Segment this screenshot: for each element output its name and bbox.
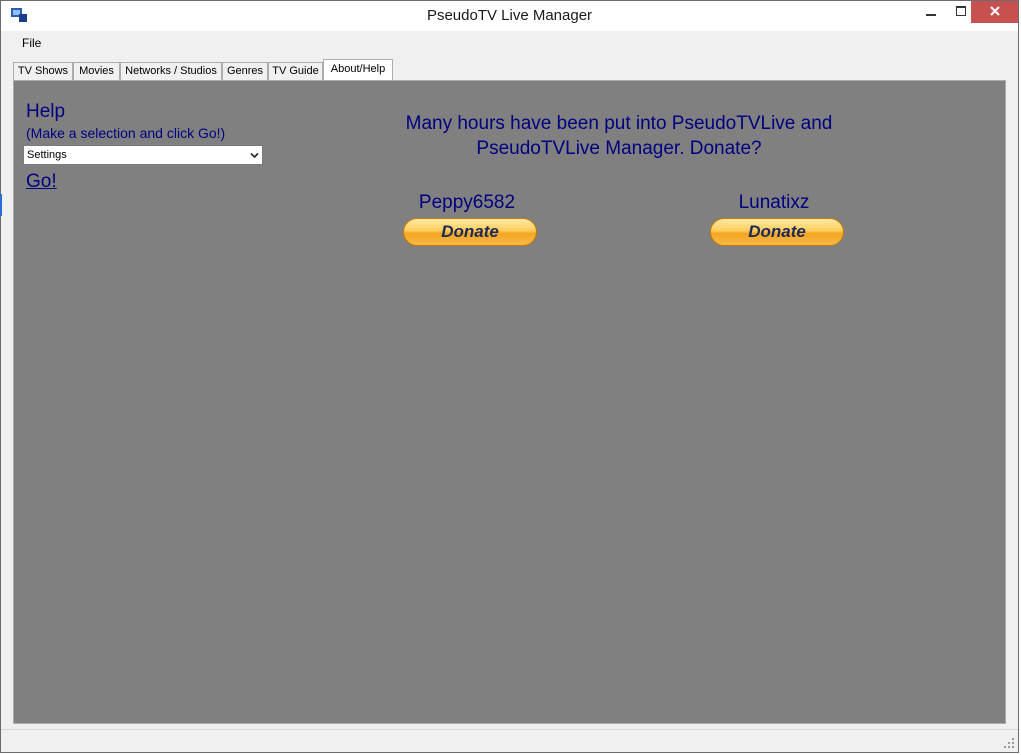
app-window: PseudoTV Live Manager File TV Shows Movi… (0, 0, 1019, 753)
donate-headline: Many hours have been put into PseudoTVLi… (394, 111, 844, 161)
help-topic-select[interactable]: Settings (23, 145, 263, 165)
donate-button-lunatixz[interactable]: Donate (710, 218, 844, 246)
title-bar[interactable]: PseudoTV Live Manager (1, 1, 1018, 31)
minimize-icon (926, 14, 936, 16)
maximize-icon (956, 6, 966, 16)
tab-genres[interactable]: Genres (222, 62, 268, 80)
donate-headline-line-2: PseudoTVLive Manager. Donate? (476, 138, 762, 159)
status-bar (1, 729, 1018, 752)
help-instructions: (Make a selection and click Go!) (26, 125, 226, 141)
chevron-down-icon (250, 152, 259, 159)
help-topic-value: Settings (27, 149, 67, 161)
tab-tv-shows[interactable]: TV Shows (13, 62, 73, 80)
menu-file[interactable]: File (17, 35, 46, 51)
close-icon (989, 6, 1000, 16)
go-link[interactable]: Go! (26, 171, 57, 193)
close-button[interactable] (971, 1, 1018, 23)
window-title: PseudoTV Live Manager (426, 7, 593, 24)
edge-marker (0, 194, 2, 216)
about-help-panel: Help (Make a selection and click Go!) Se… (13, 80, 1006, 724)
tab-movies[interactable]: Movies (73, 62, 120, 80)
donor-name-peppy6582: Peppy6582 (418, 192, 516, 213)
tab-networks-studios[interactable]: Networks / Studios (120, 62, 222, 80)
tab-tv-guide[interactable]: TV Guide (268, 62, 323, 80)
donor-name-lunatixz: Lunatixz (738, 192, 810, 213)
minimize-button[interactable] (916, 1, 946, 23)
resize-grip-icon[interactable] (1003, 737, 1015, 749)
donate-headline-line-1: Many hours have been put into PseudoTVLi… (405, 113, 833, 134)
menu-bar: File (9, 32, 1010, 54)
help-heading: Help (26, 101, 66, 122)
tab-about-help[interactable]: About/Help (323, 59, 393, 81)
donate-button-peppy6582[interactable]: Donate (403, 218, 537, 246)
